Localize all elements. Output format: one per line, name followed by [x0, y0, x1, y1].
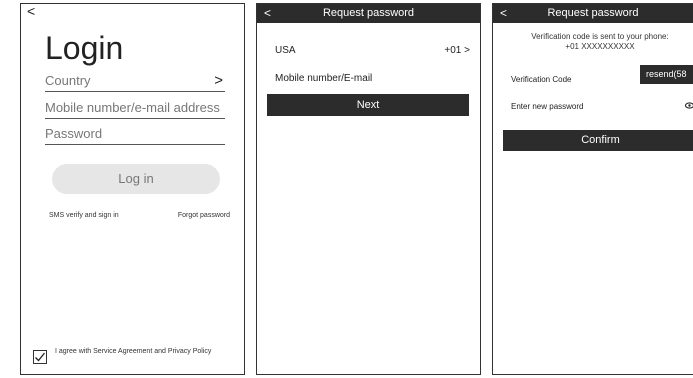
password-input[interactable]: Password	[45, 122, 225, 145]
mobile-email-input[interactable]: Mobile number/E-mail	[275, 73, 372, 84]
forgot-password-link[interactable]: Forgot password	[178, 212, 230, 219]
header-bar: < Request password	[257, 4, 480, 23]
password-placeholder: Password	[45, 126, 103, 141]
agree-checkbox[interactable]	[33, 350, 47, 364]
header-title: Request password	[322, 7, 415, 19]
notice-line-1: Verification code is sent to your phone:	[531, 32, 669, 41]
mobile-email-input[interactable]: Mobile number/e-mail address	[45, 96, 225, 119]
agreement-text[interactable]: I agree with Service Agreement and Priva…	[55, 348, 244, 356]
request-password-screen: < Request password USA +01 > Mobile numb…	[256, 3, 481, 375]
header-bar: < Request password	[493, 4, 693, 23]
page-title: Login	[45, 30, 124, 66]
new-password-input[interactable]: Enter new password	[511, 102, 583, 111]
notice-phone-number: +01 XXXXXXXXXX	[565, 42, 635, 51]
resend-button[interactable]: resend(58	[640, 65, 693, 84]
header-title: Request password	[547, 7, 639, 19]
sms-verify-link[interactable]: SMS verify and sign in	[49, 212, 119, 219]
checkmark-icon	[35, 352, 46, 362]
login-screen: < Login Country > Mobile number/e-mail a…	[20, 3, 245, 375]
chevron-right-icon: >	[214, 72, 223, 89]
country-value[interactable]: USA	[275, 45, 296, 56]
country-code-selector[interactable]: +01 >	[444, 45, 470, 56]
verify-password-screen: < Request password Verification code is …	[492, 3, 693, 375]
mobile-email-placeholder: Mobile number/e-mail address	[45, 100, 220, 115]
verification-notice: Verification code is sent to your phone:…	[493, 32, 693, 52]
country-placeholder: Country	[45, 73, 91, 88]
confirm-button[interactable]: Confirm	[503, 130, 693, 151]
verification-code-input[interactable]: Verification Code	[511, 75, 571, 84]
eye-icon[interactable]	[685, 102, 693, 109]
back-button[interactable]: <	[27, 4, 35, 19]
country-selector[interactable]: Country >	[45, 69, 225, 92]
login-button[interactable]: Log in	[52, 164, 220, 194]
next-button[interactable]: Next	[267, 94, 469, 116]
